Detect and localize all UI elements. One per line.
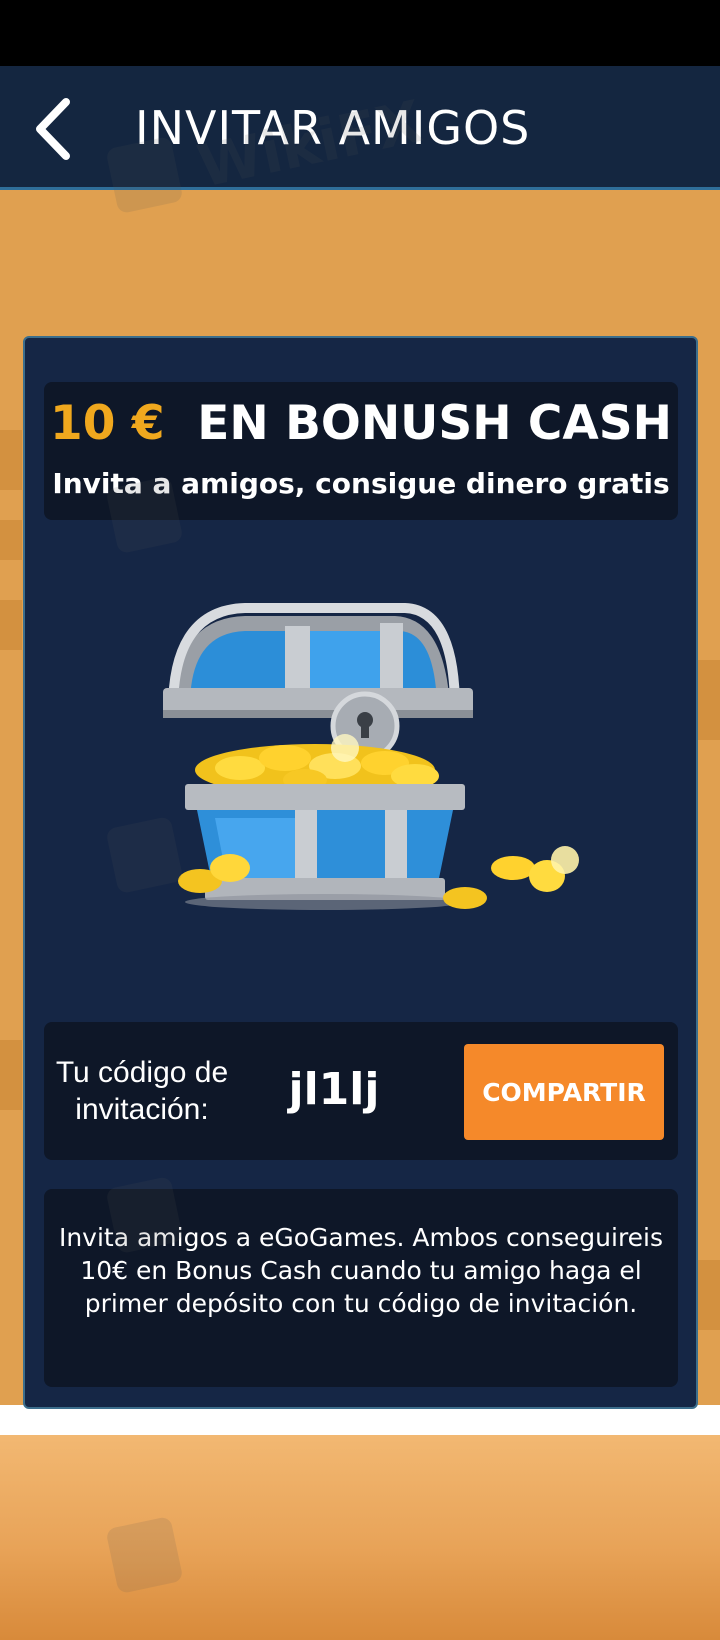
bonus-amount: 10 €	[50, 396, 165, 451]
promo-subtitle: Invita a amigos, consigue dinero gratis	[52, 467, 670, 500]
background-decoration	[698, 660, 720, 740]
invite-code-panel: Tu código de invitación: jl1lj COMPARTIR	[44, 1022, 678, 1160]
invite-code-label: Tu código de invitación:	[55, 1056, 229, 1126]
background-decoration	[0, 1040, 22, 1110]
share-button[interactable]: COMPARTIR	[464, 1044, 664, 1140]
invite-card: 10 € EN BONUSH CASH Invita a amigos, con…	[23, 336, 698, 1409]
background-decoration	[0, 600, 22, 650]
chevron-left-icon	[36, 98, 70, 160]
back-button[interactable]	[30, 94, 90, 164]
background-decoration	[698, 1260, 720, 1330]
promo-banner: 10 € EN BONUSH CASH Invita a amigos, con…	[44, 382, 678, 520]
status-bar	[0, 0, 720, 66]
invite-code-value[interactable]: jl1lj	[274, 1062, 394, 1118]
info-panel: Invita amigos a eGoGames. Ambos consegui…	[44, 1189, 678, 1387]
promo-title-text: EN BONUSH CASH	[197, 396, 672, 451]
background-decoration	[0, 520, 22, 560]
app-header: INVITAR AMIGOS	[0, 66, 720, 190]
divider-band	[0, 1405, 720, 1435]
info-text: Invita amigos a eGoGames. Ambos consegui…	[58, 1223, 664, 1318]
treasure-chest-illustration	[163, 603, 579, 910]
page-title: INVITAR AMIGOS	[135, 101, 531, 155]
promo-title: 10 € EN BONUSH CASH	[44, 394, 678, 454]
bottom-background	[0, 1435, 720, 1640]
background-decoration	[0, 430, 22, 490]
